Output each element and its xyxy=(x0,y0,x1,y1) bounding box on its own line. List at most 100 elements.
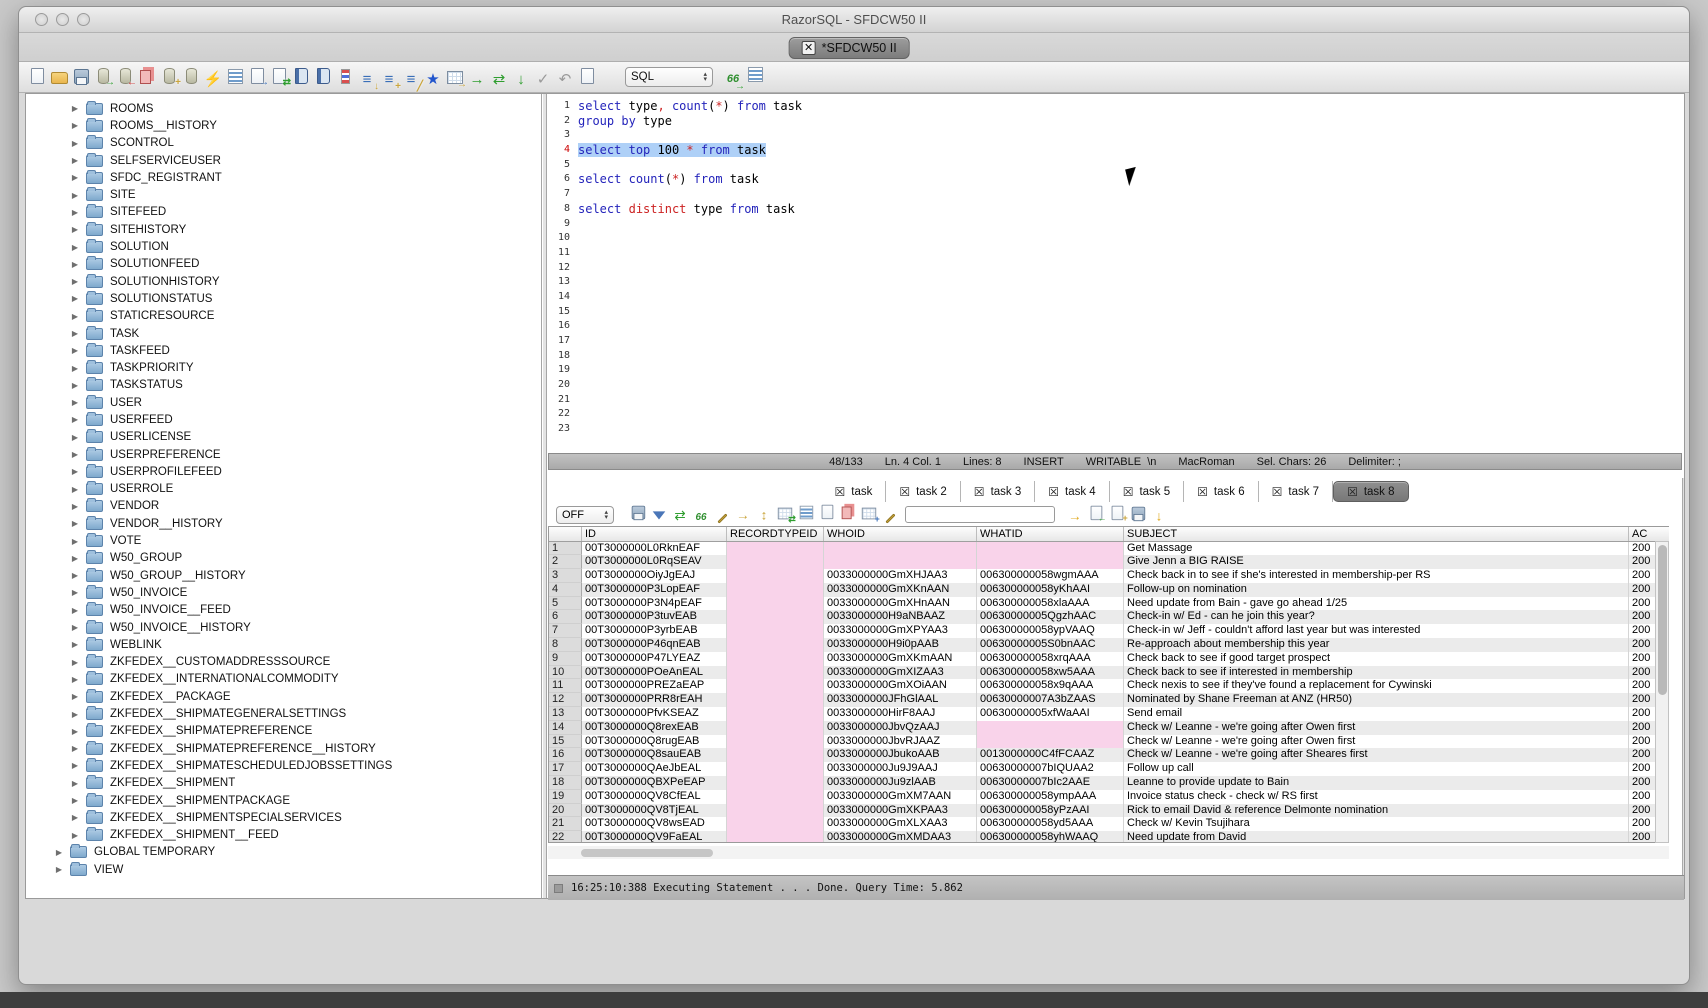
cell-whoid[interactable]: 0033000000JbvRJAAZ xyxy=(824,735,977,749)
table-row[interactable]: 1800T3000000QBXPeEAP0033000000Ju9zlAAB00… xyxy=(549,776,1669,790)
cell-whatid[interactable]: 00630000005S0bnAAC xyxy=(977,638,1124,652)
table-row[interactable]: 400T3000000P3LopEAF0033000000GmXKnAAN006… xyxy=(549,583,1669,597)
result-tab-task-5[interactable]: ☒task 5 xyxy=(1110,481,1184,502)
tree-item-taskfeed[interactable]: ▶TASKFEED xyxy=(26,342,541,359)
compose-row-icon[interactable]: + xyxy=(1108,504,1126,521)
import-rows-icon[interactable]: ← xyxy=(1087,504,1105,521)
table-row[interactable]: 700T3000000P3yrbEAB0033000000GmXPYAA3006… xyxy=(549,624,1669,638)
cell-whoid[interactable]: 0033000000GmXKnAAN xyxy=(824,583,977,597)
save-file-icon[interactable] xyxy=(71,67,91,86)
open-file-icon[interactable] xyxy=(49,67,69,86)
results-log-icon[interactable] xyxy=(577,66,597,85)
tab-close-icon[interactable]: ☒ xyxy=(834,486,845,498)
disclosure-triangle-icon[interactable]: ▶ xyxy=(70,104,80,113)
cell-recordtypeid[interactable] xyxy=(727,583,824,597)
sql-mode-select[interactable]: SQL ▴▾ xyxy=(625,67,713,87)
export-data-icon[interactable]: → xyxy=(247,66,267,85)
column-header-ac[interactable]: AC xyxy=(1629,527,1669,541)
disclosure-triangle-icon[interactable]: ▶ xyxy=(70,761,80,770)
cell-whatid[interactable] xyxy=(977,735,1124,749)
cell-recordtypeid[interactable] xyxy=(727,707,824,721)
cell-subject[interactable]: Check nexis to see if they've found a re… xyxy=(1124,679,1629,693)
cell-id[interactable]: 00T3000000P3N4pEAF xyxy=(582,597,727,611)
row-number-cell[interactable]: 7 xyxy=(549,624,582,638)
sort-descending-icon[interactable]: ≡↓ xyxy=(357,70,377,89)
row-number-cell[interactable]: 22 xyxy=(549,831,582,843)
row-number-cell[interactable]: 11 xyxy=(549,679,582,693)
editor-line[interactable]: 12 xyxy=(548,261,1682,276)
tab-close-icon[interactable]: ☒ xyxy=(899,486,910,498)
cell-recordtypeid[interactable] xyxy=(727,652,824,666)
tree-item-solutionhistory[interactable]: ▶SOLUTIONHISTORY xyxy=(26,273,541,290)
edit-cell-icon[interactable] xyxy=(713,509,731,526)
refresh-results-icon[interactable]: ⇄ xyxy=(671,506,689,523)
column-list-icon[interactable] xyxy=(335,67,355,86)
cell-id[interactable]: 00T3000000P47LYEAZ xyxy=(582,652,727,666)
tree-item-zkfedex-internationalcommodity[interactable]: ▶ZKFEDEX__INTERNATIONALCOMMODITY xyxy=(26,671,541,688)
tree-item-zkfedex-shipmatepreference[interactable]: ▶ZKFEDEX__SHIPMATEPREFERENCE xyxy=(26,723,541,740)
cell-subject[interactable]: Leanne to provide update to Bain xyxy=(1124,776,1629,790)
result-tab-task-3[interactable]: ☒task 3 xyxy=(961,481,1035,502)
cell-whatid[interactable]: 006300000058x9qAAA xyxy=(977,679,1124,693)
cell-whatid[interactable]: 00630000005xfWaAAI xyxy=(977,707,1124,721)
cell-id[interactable]: 00T3000000P3yrbEAB xyxy=(582,624,727,638)
connection-tab[interactable]: ✕ *SFDCW50 II xyxy=(789,37,910,59)
cell-recordtypeid[interactable] xyxy=(727,721,824,735)
table-refresh-icon[interactable]: ⇄ xyxy=(776,504,794,521)
row-number-cell[interactable]: 12 xyxy=(549,693,582,707)
disclosure-triangle-icon[interactable]: ▶ xyxy=(70,191,80,200)
cell-recordtypeid[interactable] xyxy=(727,569,824,583)
tree-item-zkfedex-shipmentspecialservices[interactable]: ▶ZKFEDEX__SHIPMENTSPECIALSERVICES xyxy=(26,809,541,826)
cell-subject[interactable]: Rick to email David & reference Delmonte… xyxy=(1124,804,1629,818)
sql-editor[interactable]: 1select type, count(*) from task2group b… xyxy=(548,96,1682,448)
cell-subject[interactable]: Check back to see if good target prospec… xyxy=(1124,652,1629,666)
editor-line[interactable]: 6select count(*) from task xyxy=(548,172,1682,187)
row-number-cell[interactable]: 10 xyxy=(549,666,582,680)
cell-whoid[interactable]: 0033000000GmXOiAAN xyxy=(824,679,977,693)
row-number-cell[interactable]: 9 xyxy=(549,652,582,666)
tree-item-zkfedex-shipmatescheduledjobssettings[interactable]: ▶ZKFEDEX__SHIPMATESCHEDULEDJOBSSETTINGS xyxy=(26,757,541,774)
cell-whoid[interactable]: 0033000000H9aNBAAZ xyxy=(824,610,977,624)
table-row[interactable]: 600T3000000P3tuvEAB0033000000H9aNBAAZ006… xyxy=(549,610,1669,624)
disclosure-triangle-icon[interactable]: ▶ xyxy=(70,502,80,511)
tree-item-scontrol[interactable]: ▶SCONTROL xyxy=(26,135,541,152)
tree-item-userrole[interactable]: ▶USERROLE xyxy=(26,481,541,498)
cell-subject[interactable]: Check-in w/ Ed - can he join this year? xyxy=(1124,610,1629,624)
cell-whoid[interactable]: 0033000000GmXPYAA3 xyxy=(824,624,977,638)
tree-item-sitehistory[interactable]: ▶SITEHISTORY xyxy=(26,221,541,238)
column-header-recordtypeid[interactable]: RECORDTYPEID xyxy=(727,527,824,541)
swap-run-icon[interactable]: ⇄ xyxy=(489,70,509,89)
row-number-cell[interactable]: 14 xyxy=(549,721,582,735)
editor-line[interactable]: 5 xyxy=(548,158,1682,173)
cell-subject[interactable]: Check w/ Kevin Tsujihara xyxy=(1124,817,1629,831)
disclosure-triangle-icon[interactable]: ▶ xyxy=(70,831,80,840)
table-row[interactable]: 1000T3000000POeAnEAL0033000000GmXIZAA300… xyxy=(549,666,1669,680)
tree-item-solution[interactable]: ▶SOLUTION xyxy=(26,238,541,255)
disclosure-triangle-icon[interactable]: ▶ xyxy=(54,865,64,874)
cell-recordtypeid[interactable] xyxy=(727,666,824,680)
database-object-icon[interactable] xyxy=(181,66,201,85)
disclosure-triangle-icon[interactable]: ▶ xyxy=(70,260,80,269)
tree-item-taskstatus[interactable]: ▶TASKSTATUS xyxy=(26,377,541,394)
cell-recordtypeid[interactable] xyxy=(727,679,824,693)
disclosure-triangle-icon[interactable]: ▶ xyxy=(70,640,80,649)
tree-item-vendor-history[interactable]: ▶VENDOR__HISTORY xyxy=(26,515,541,532)
new-file-icon[interactable] xyxy=(27,66,47,85)
disclosure-triangle-icon[interactable]: ▶ xyxy=(70,312,80,321)
cell-subject[interactable]: Need update from Bain - gave go ahead 1/… xyxy=(1124,597,1629,611)
tree-item-vote[interactable]: ▶VOTE xyxy=(26,532,541,549)
cell-whoid[interactable]: 0033000000Ju9zlAAB xyxy=(824,776,977,790)
cell-whatid[interactable]: 006300000058wgmAAA xyxy=(977,569,1124,583)
execute-sql-icon[interactable]: ⚡ xyxy=(203,70,223,89)
table-row[interactable]: 100T3000000L0RknEAFGet Massage200 xyxy=(549,542,1669,556)
tree-item-solutionfeed[interactable]: ▶SOLUTIONFEED xyxy=(26,256,541,273)
editor-line[interactable]: 22 xyxy=(548,407,1682,422)
sort-rows-icon[interactable]: ↕ xyxy=(755,506,773,523)
tab-close-icon[interactable]: ☒ xyxy=(1272,486,1283,498)
cell-whoid[interactable] xyxy=(824,542,977,556)
cell-id[interactable]: 00T3000000Q8sauEAB xyxy=(582,748,727,762)
tab-close-icon[interactable]: ☒ xyxy=(1048,486,1059,498)
cell-subject[interactable]: Follow-up on nomination xyxy=(1124,583,1629,597)
cell-id[interactable]: 00T3000000PfvKSEAZ xyxy=(582,707,727,721)
disclosure-triangle-icon[interactable]: ▶ xyxy=(70,571,80,580)
